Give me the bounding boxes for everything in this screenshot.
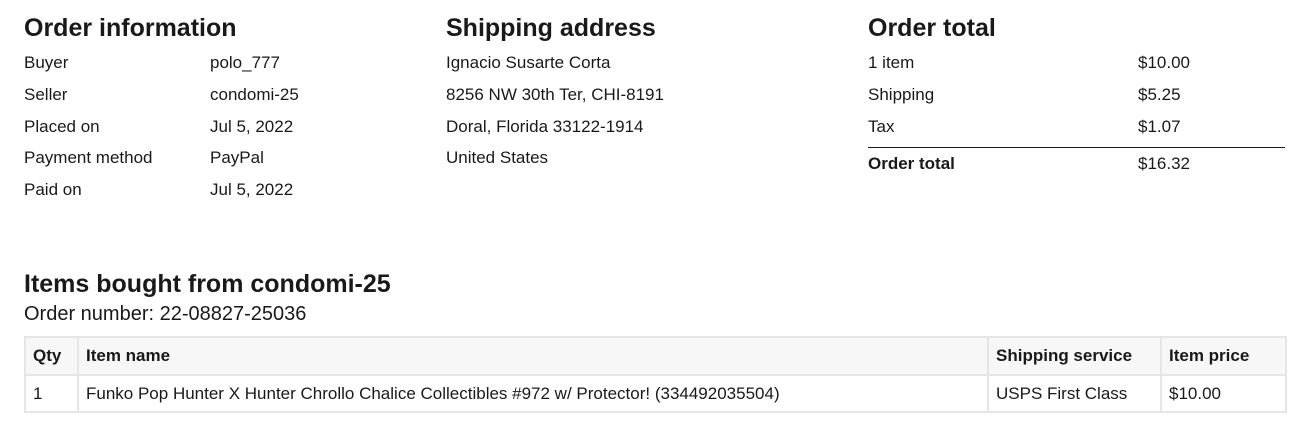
shipping-cost-value: $5.25: [1138, 84, 1181, 104]
qty-header: Qty: [24, 336, 79, 376]
tax-row: Tax $1.07: [868, 111, 1285, 143]
address-street: 8256 NW 30th Ter, CHI-8191: [446, 84, 664, 104]
item-shipping-service: USPS First Class: [987, 374, 1162, 413]
address-country: United States: [446, 148, 549, 168]
buyer-row: Buyer polo_777: [24, 47, 404, 79]
buyer-label: Buyer: [24, 53, 69, 72]
items-subtotal-value: $10.00: [1138, 53, 1190, 72]
shipping-cost-row: Shipping $5.25: [868, 79, 1285, 111]
order-information-section: Order information Buyer polo_777 Seller …: [24, 12, 404, 206]
buyer-value: polo_777: [210, 53, 280, 72]
shipping-service-header: Shipping service: [987, 336, 1162, 376]
order-information-title: Order information: [24, 14, 237, 42]
item-name-header: Item name: [77, 336, 989, 376]
order-total-row: Order total $16.32: [868, 148, 1285, 180]
placed-on-value: Jul 5, 2022: [210, 116, 294, 136]
items-table: Qty Item name Shipping service Item pric…: [24, 336, 1287, 413]
items-bought-section: Items bought from condomi-25 Order numbe…: [24, 267, 1287, 413]
item-qty: 1: [24, 374, 79, 413]
address-name: Ignacio Susarte Corta: [446, 53, 611, 72]
shipping-address-section: Shipping address Ignacio Susarte Corta 8…: [446, 12, 846, 174]
order-total-label: Order total: [868, 154, 955, 174]
payment-method-label: Payment method: [24, 148, 153, 168]
payment-method-row: Payment method PayPal: [24, 142, 404, 174]
item-name: Funko Pop Hunter X Hunter Chrollo Chalic…: [77, 374, 989, 413]
address-city-state-zip: Doral, Florida 33122-1914: [446, 116, 644, 136]
paid-on-value: Jul 5, 2022: [210, 180, 294, 200]
tax-label: Tax: [868, 116, 895, 136]
paid-on-row: Paid on Jul 5, 2022: [24, 174, 404, 206]
tax-value: $1.07: [1138, 116, 1181, 136]
order-number: Order number: 22-08827-25036: [24, 303, 307, 325]
item-price-header: Item price: [1160, 336, 1287, 376]
items-subtotal-row: 1 item $10.00: [868, 47, 1285, 79]
placed-on-row: Placed on Jul 5, 2022: [24, 111, 404, 143]
order-total-value: $16.32: [1138, 154, 1190, 174]
shipping-cost-label: Shipping: [868, 84, 935, 104]
order-total-section: Order total 1 item $10.00 Shipping $5.25…: [868, 12, 1285, 180]
placed-on-label: Placed on: [24, 116, 100, 136]
seller-label: Seller: [24, 84, 68, 104]
seller-value: condomi-25: [210, 84, 299, 104]
items-table-header-row: Qty Item name Shipping service Item pric…: [24, 336, 1287, 376]
order-total-title: Order total: [868, 14, 996, 42]
payment-method-value: PayPal: [210, 148, 264, 168]
items-bought-title: Items bought from condomi-25: [24, 270, 391, 298]
seller-row: Seller condomi-25: [24, 79, 404, 111]
shipping-address-title: Shipping address: [446, 14, 656, 42]
table-row: 1 Funko Pop Hunter X Hunter Chrollo Chal…: [24, 374, 1287, 413]
paid-on-label: Paid on: [24, 180, 82, 200]
items-subtotal-label: 1 item: [868, 53, 915, 72]
item-price: $10.00: [1160, 374, 1287, 413]
